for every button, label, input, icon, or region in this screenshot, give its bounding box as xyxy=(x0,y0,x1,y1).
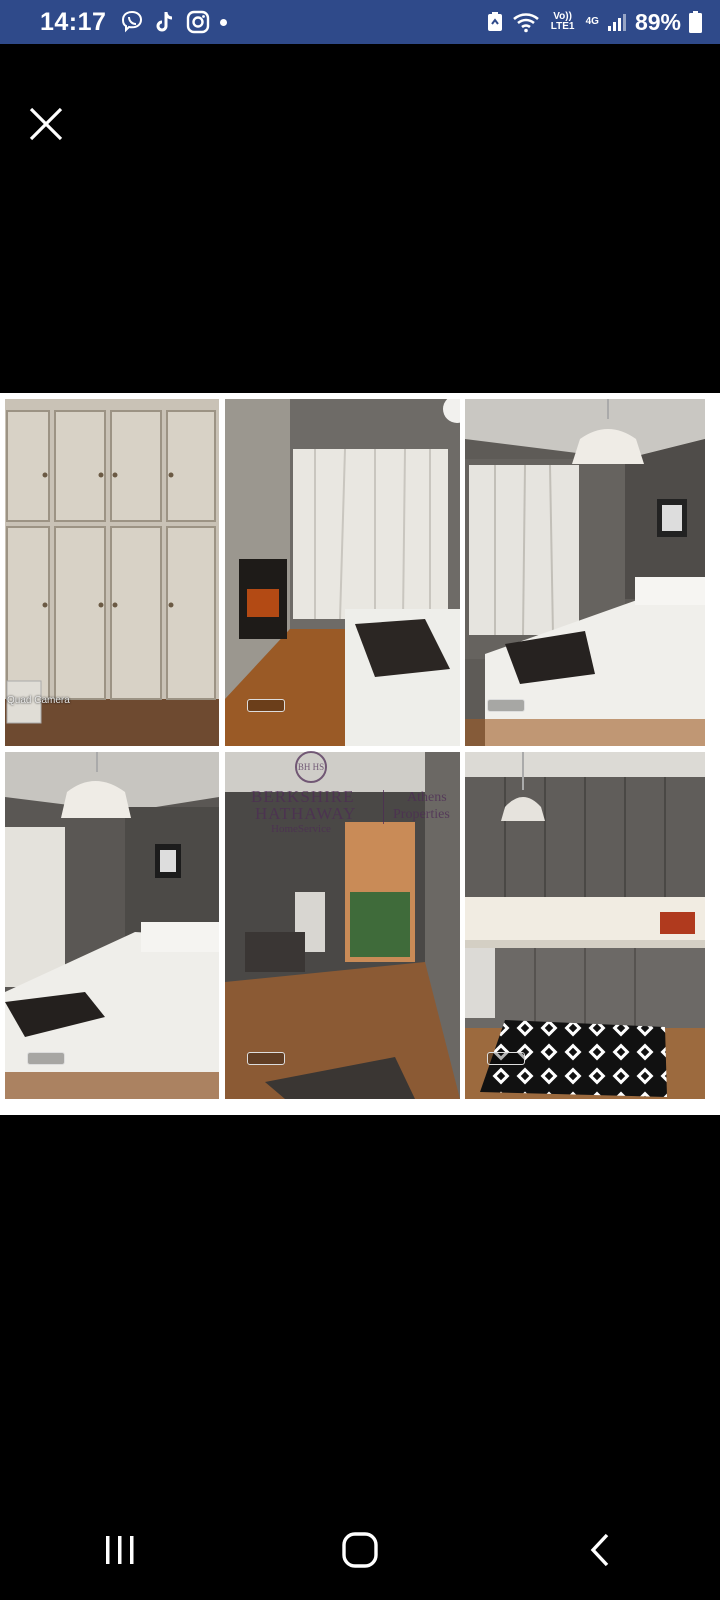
volte-indicator: Vo)) LTE1 xyxy=(550,11,575,32)
photo-image[interactable]: Quad Camera BH HS BERKSHIRE HATHAWAY Hom… xyxy=(0,393,720,1115)
photo-tile-bedroom-2 xyxy=(465,399,705,746)
data-saver-icon xyxy=(487,12,502,31)
recent-apps-icon xyxy=(106,1536,134,1564)
photo-tile-kitchen xyxy=(465,752,705,1099)
photo-badge xyxy=(247,699,285,712)
recent-apps-button[interactable] xyxy=(90,1520,150,1580)
back-button[interactable] xyxy=(570,1520,630,1580)
tiktok-icon xyxy=(156,11,173,32)
photo-tile-bedroom-3 xyxy=(5,752,219,1099)
photo-caption: Quad Camera xyxy=(7,695,70,706)
photo-collage: Quad Camera xyxy=(5,399,715,1109)
viber-icon xyxy=(122,10,143,33)
battery-icon xyxy=(689,11,702,33)
home-icon xyxy=(342,1532,378,1568)
wifi-icon xyxy=(512,13,539,33)
photo-tile-wardrobe: Quad Camera xyxy=(5,399,219,746)
home-button[interactable] xyxy=(330,1520,390,1580)
photo-badge xyxy=(247,1052,285,1065)
battery-percent: 89% xyxy=(634,8,681,35)
photo-badge xyxy=(27,1052,65,1065)
status-bar: 14:17 Vo)) LTE1 4G 89% xyxy=(0,0,720,44)
photo-tile-bedroom-1 xyxy=(225,399,460,746)
photo-badge xyxy=(487,699,525,712)
back-icon xyxy=(590,1533,609,1567)
status-notification-icons xyxy=(120,10,228,34)
signal-icon xyxy=(607,14,626,31)
network-type: 4G xyxy=(585,16,599,27)
instagram-icon xyxy=(187,10,210,34)
navigation-bar xyxy=(0,1500,720,1600)
close-icon xyxy=(29,107,63,141)
status-time: 14:17 xyxy=(40,7,107,36)
close-button[interactable] xyxy=(26,104,66,144)
status-system-icons: Vo)) LTE1 4G 89% xyxy=(486,9,702,36)
notification-dot-icon xyxy=(220,18,228,26)
photo-badge xyxy=(487,1052,525,1065)
photo-tile-living-room xyxy=(225,752,460,1099)
